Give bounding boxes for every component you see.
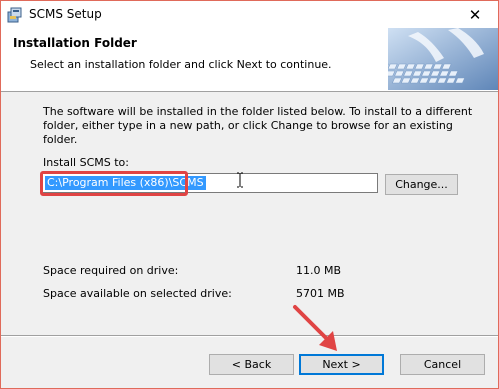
next-button[interactable]: Next > xyxy=(299,354,384,375)
space-available-value: 5701 MB xyxy=(296,287,345,300)
text-cursor-icon xyxy=(237,172,243,188)
space-required-label: Space required on drive: xyxy=(43,264,179,277)
close-button[interactable]: ✕ xyxy=(452,1,498,28)
header-banner: Installation Folder Select an installati… xyxy=(1,28,498,92)
back-button[interactable]: < Back xyxy=(209,354,294,375)
setup-window: SCMS Setup ✕ Installation Folder Select … xyxy=(0,0,499,389)
page-subtitle: Select an installation folder and click … xyxy=(30,58,332,71)
cancel-button[interactable]: Cancel xyxy=(400,354,485,375)
window-title: SCMS Setup xyxy=(29,7,102,21)
red-arrow-icon xyxy=(293,305,337,351)
annotation-highlight-box xyxy=(40,171,188,196)
space-required-value: 11.0 MB xyxy=(296,264,342,277)
change-folder-button[interactable]: Change... xyxy=(385,174,458,195)
close-icon: ✕ xyxy=(468,5,482,24)
space-available-label: Space available on selected drive: xyxy=(43,287,232,300)
setup-app-icon xyxy=(7,7,22,23)
footer-divider xyxy=(1,335,498,337)
page-title: Installation Folder xyxy=(13,36,137,50)
title-bar: SCMS Setup ✕ xyxy=(1,1,498,28)
install-location-label: Install SCMS to: xyxy=(43,156,129,169)
keyboard-typing-image xyxy=(388,28,498,90)
install-description: The software will be installed in the fo… xyxy=(43,105,473,146)
